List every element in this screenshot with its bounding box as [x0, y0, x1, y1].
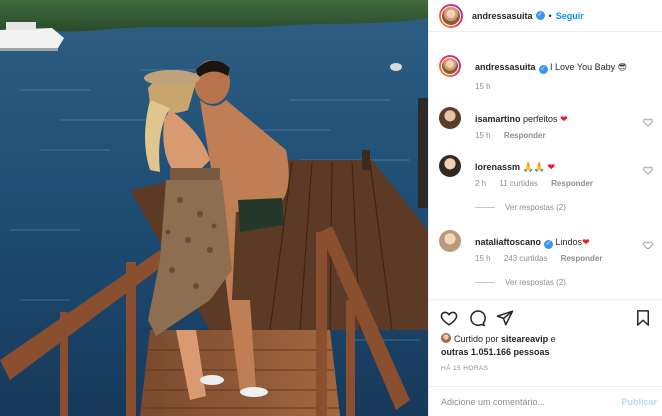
comment-body: Lindos — [555, 237, 583, 247]
comment-likes[interactable]: 11 curtidas — [499, 179, 538, 188]
commenter-username[interactable]: nataliaftoscano — [475, 237, 541, 247]
verified-badge-icon: ✓ — [538, 65, 548, 74]
reply-button[interactable]: Responder — [561, 254, 603, 263]
post-header: andressasuita ✓ • Seguir — [429, 0, 662, 32]
comment-row: nataliaftoscano ✓ Lindos❤ 15 h 243 curtid… — [439, 230, 657, 290]
post-timestamp[interactable]: HÁ 15 HORAS — [441, 365, 488, 372]
commenter-username[interactable]: isamartino — [475, 114, 521, 124]
view-replies-label: Ver respostas (2) — [505, 278, 566, 287]
heart-icon[interactable] — [440, 309, 458, 327]
caption-username[interactable]: andressasuita — [475, 62, 536, 72]
comment-meta: 15 h 243 curtidas Responder — [475, 254, 613, 263]
post-side-panel: andressasuita ✓ • Seguir andressasuita ✓ … — [428, 0, 662, 416]
red-heart-emoji: ❤ — [582, 237, 590, 247]
red-heart-emoji: ❤ — [560, 114, 568, 124]
comment-time[interactable]: 15 h — [475, 131, 491, 140]
liker-username[interactable]: siteareavip — [501, 334, 548, 344]
caption-text: andressasuita ✓ I Love You Baby 😎 — [475, 61, 627, 74]
verified-badge-icon: ✓ — [535, 11, 545, 20]
bookmark-icon[interactable] — [634, 309, 652, 327]
comment-text: isamartino perfeitos ❤ — [475, 113, 568, 125]
commenter-avatar[interactable] — [439, 107, 461, 129]
comment-like-heart-icon[interactable] — [643, 240, 653, 250]
reply-button[interactable]: Responder — [551, 179, 593, 188]
replies-divider — [475, 282, 495, 283]
commenter-avatar[interactable] — [439, 155, 461, 177]
comment-time[interactable]: 15 h — [475, 254, 491, 263]
liker-avatar — [441, 333, 451, 343]
caption-body: I Love You Baby 😎 — [550, 62, 627, 72]
comment-input[interactable] — [441, 394, 601, 410]
caption-row: andressasuita ✓ I Love You Baby 😎 15 h — [439, 55, 657, 95]
caption-meta: 15 h — [475, 82, 502, 91]
comment-meta: 15 h Responder — [475, 131, 557, 140]
commenter-username[interactable]: lorenassm — [475, 162, 520, 172]
comment-meta: 2 h 11 curtidas Responder — [475, 179, 604, 188]
view-replies-button[interactable]: Ver respostas (2) — [475, 278, 566, 287]
likes-others[interactable]: outras 1.051.166 pessoas — [441, 347, 550, 357]
share-icon[interactable] — [496, 309, 514, 327]
comment-text: nataliaftoscano ✓ Lindos❤ — [475, 236, 590, 249]
caption-avatar[interactable] — [439, 55, 461, 77]
likes-prefix: Curtido por — [454, 334, 499, 344]
comment-row: isamartino perfeitos ❤ 15 h Responder — [439, 107, 657, 147]
replies-divider — [475, 207, 495, 208]
comment-row: lorenassm 🙏🙏 ❤ 2 h 11 curtidas Responder… — [439, 155, 657, 215]
comment-like-heart-icon[interactable] — [643, 117, 653, 127]
add-comment-bar: Publicar — [429, 386, 662, 416]
comment-likes[interactable]: 243 curtidas — [504, 254, 548, 263]
view-replies-label: Ver respostas (2) — [505, 203, 566, 212]
commenter-avatar[interactable] — [439, 230, 461, 252]
follow-button[interactable]: Seguir — [556, 11, 584, 21]
likes-middle: e — [550, 334, 556, 344]
view-replies-button[interactable]: Ver respostas (2) — [475, 203, 566, 212]
comment-text: lorenassm 🙏🙏 ❤ — [475, 161, 555, 173]
comment-body: 🙏🙏 — [522, 162, 545, 172]
comment-like-heart-icon[interactable] — [643, 165, 653, 175]
author-avatar[interactable] — [439, 3, 463, 28]
verified-badge-icon: ✓ — [544, 240, 554, 249]
reply-button[interactable]: Responder — [504, 131, 546, 140]
likes-summary: Curtido por siteareavip e outras 1.051.1… — [441, 333, 556, 359]
photo-illustration — [0, 0, 428, 416]
instagram-post: andressasuita ✓ • Seguir andressasuita ✓ … — [0, 0, 662, 416]
caption-time[interactable]: 15 h — [475, 82, 491, 91]
comment-time[interactable]: 2 h — [475, 179, 486, 188]
post-actions — [429, 299, 662, 337]
comment-icon[interactable] — [468, 309, 486, 327]
publish-button[interactable]: Publicar — [621, 397, 657, 407]
header-separator: • — [548, 10, 552, 21]
comment-body: perfeitos — [523, 114, 558, 124]
red-heart-emoji: ❤ — [547, 162, 556, 172]
author-username[interactable]: andressasuita — [472, 11, 533, 21]
post-photo[interactable] — [0, 0, 428, 416]
